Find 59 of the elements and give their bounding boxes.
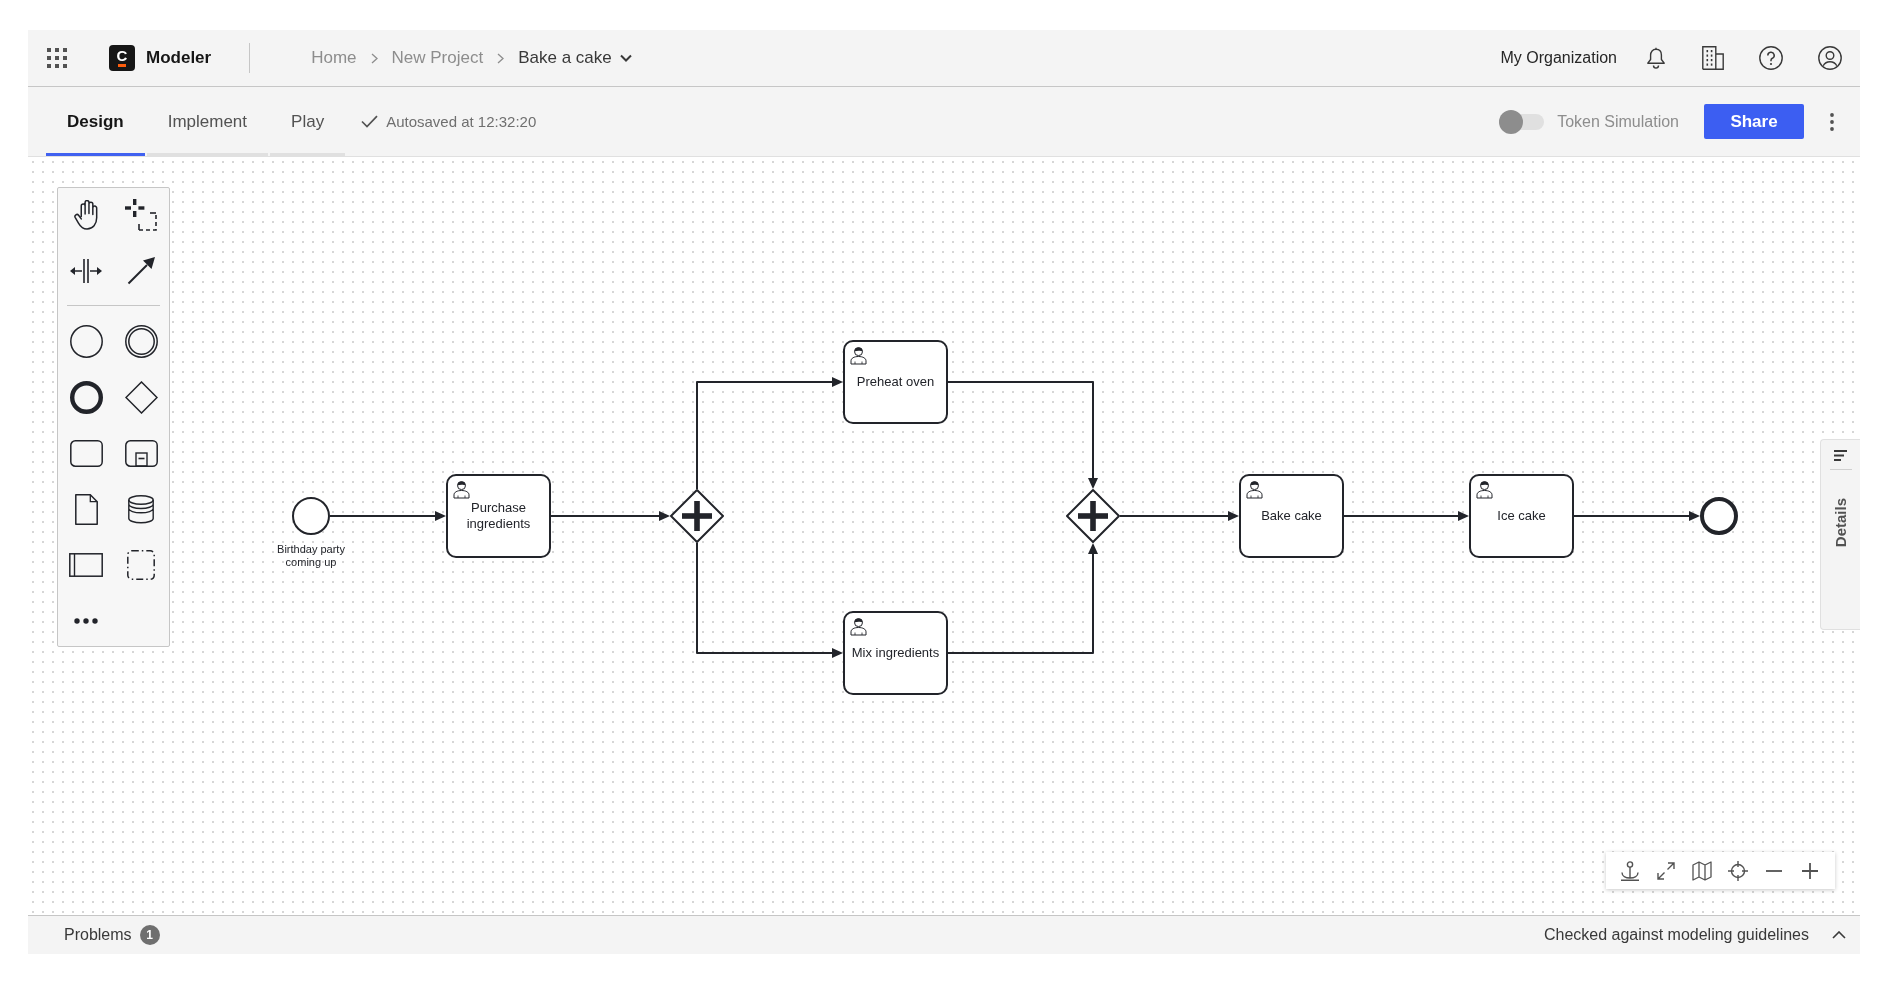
diamond-icon[interactable] — [124, 380, 158, 414]
pool-icon[interactable] — [69, 553, 103, 577]
zoom-in-icon[interactable] — [1800, 860, 1820, 881]
check-icon — [361, 115, 379, 128]
details-panel-tab[interactable]: Details — [1820, 439, 1860, 630]
circle-icon[interactable] — [69, 324, 103, 358]
document-icon[interactable] — [74, 493, 98, 525]
event-label: Birthday party coming up — [276, 543, 346, 569]
problems-button[interactable]: Problems 1 — [64, 925, 160, 945]
organization-name[interactable]: My Organization — [1500, 49, 1617, 67]
hand-icon[interactable] — [72, 200, 100, 230]
app-name: Modeler — [146, 48, 212, 68]
user-icon — [1476, 480, 1493, 499]
end-event — [1700, 497, 1738, 535]
start-event — [292, 497, 330, 535]
double-circle-icon[interactable] — [124, 324, 158, 358]
toggle-switch[interactable] — [1499, 109, 1545, 134]
parallel-gateway — [670, 489, 724, 543]
lint-status: Checked against modeling guidelines — [1543, 926, 1809, 944]
user-icon — [850, 617, 867, 636]
task-label: Bake cake — [1261, 508, 1322, 524]
user-icon — [453, 480, 470, 499]
chevron-right-icon — [370, 52, 378, 64]
count-badge: 1 — [139, 925, 160, 945]
expand-arrows-icon[interactable] — [1656, 860, 1676, 881]
bell-icon[interactable] — [1646, 47, 1666, 69]
user-icon — [850, 346, 867, 365]
chevron-down-icon — [619, 54, 632, 62]
parallel-gateway — [1066, 489, 1120, 543]
user-icon — [1246, 480, 1263, 499]
autosave-status: Autosaved at 12:32:20 — [386, 113, 537, 130]
subprocess-icon[interactable] — [124, 439, 158, 467]
lines-icon — [1834, 450, 1847, 461]
toggle-label: Token Simulation — [1557, 112, 1679, 131]
space-tool-icon[interactable] — [70, 259, 102, 283]
chevron-right-icon — [497, 52, 505, 64]
chevron-up-icon[interactable] — [1832, 931, 1846, 939]
task-label: Ice cake — [1497, 508, 1546, 524]
anchor-icon[interactable] — [1620, 860, 1640, 881]
ellipsis-icon[interactable] — [74, 618, 98, 624]
cylinder-icon[interactable] — [128, 494, 154, 524]
vertical-ellipsis-icon[interactable] — [1830, 112, 1834, 131]
arrow-icon[interactable] — [127, 257, 155, 285]
thick-circle-icon[interactable] — [69, 380, 103, 414]
app-logo: C — [109, 45, 135, 71]
user-avatar-icon[interactable] — [1818, 46, 1842, 70]
breadcrumb-link[interactable]: Bake a cake — [518, 48, 632, 68]
dashed-rect-icon[interactable] — [127, 550, 155, 580]
help-icon[interactable] — [1759, 46, 1783, 70]
building-icon[interactable] — [1702, 46, 1724, 70]
crosshair-select-icon[interactable] — [125, 199, 157, 231]
crosshair-icon[interactable] — [1728, 860, 1748, 881]
task-label: Purchase ingredients — [465, 500, 532, 532]
app-grid-icon[interactable] — [47, 48, 67, 68]
map-icon[interactable] — [1692, 860, 1712, 881]
share-button[interactable]: Share — [1704, 104, 1804, 139]
rounded-rect-icon[interactable] — [69, 439, 103, 467]
task-label: Mix ingredients — [851, 645, 940, 661]
task-label: Preheat oven — [856, 374, 935, 390]
